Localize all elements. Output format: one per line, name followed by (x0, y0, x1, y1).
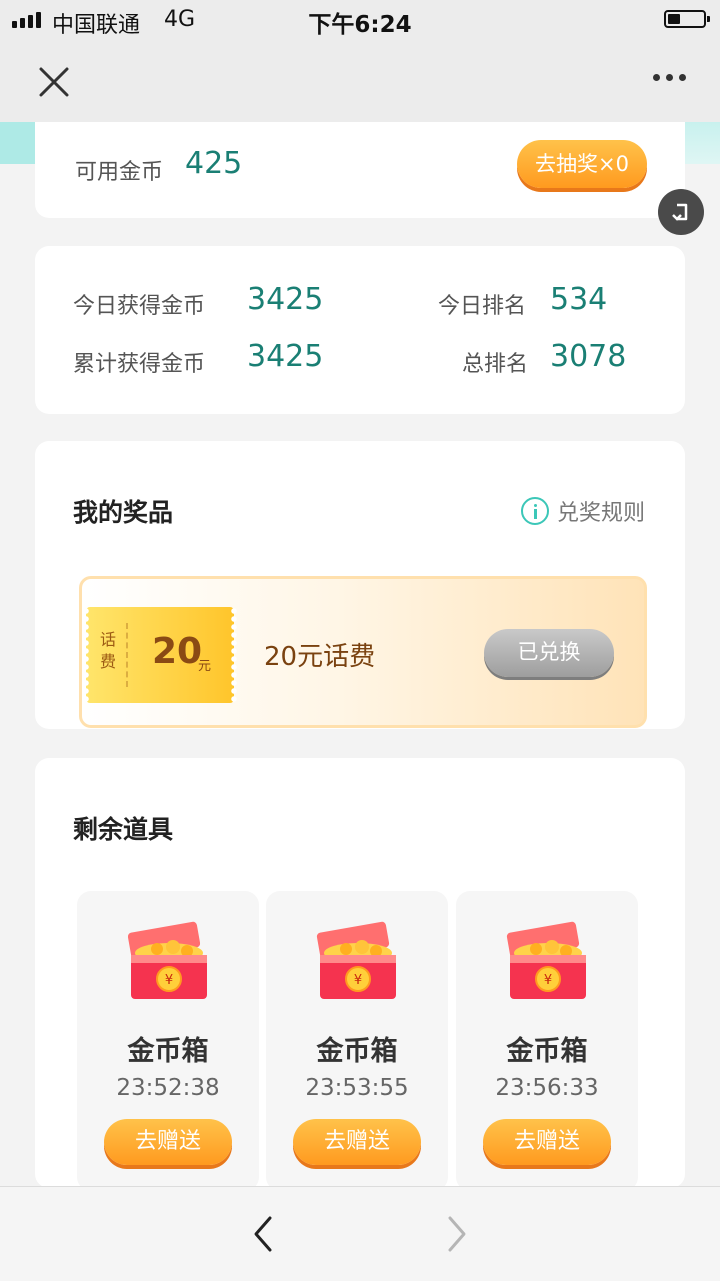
svg-text:¥: ¥ (165, 973, 173, 988)
ticket-amount: 20 (152, 631, 203, 672)
today-rank-label: 今日排名 (438, 294, 527, 319)
treasure-chest-icon: ¥ (316, 921, 396, 999)
ticket-unit: 元 (198, 659, 212, 674)
prop-item: ¥ 金币箱 23:53:55 去赠送 (266, 891, 448, 1191)
available-coins-label: 可用金币 (75, 160, 164, 185)
prop-item: ¥ 金币箱 23:52:38 去赠送 (77, 891, 259, 1191)
prop-name: 金币箱 (506, 1036, 588, 1067)
gift-button[interactable]: 去赠送 (293, 1119, 421, 1165)
svg-text:¥: ¥ (544, 973, 552, 988)
prop-timer: 23:52:38 (116, 1075, 220, 1101)
phone-credit-ticket-icon: 话费 20 元 (83, 607, 237, 703)
treasure-chest-icon: ¥ (506, 921, 586, 999)
total-coins-label: 累计获得金币 (73, 352, 206, 377)
prop-name: 金币箱 (316, 1036, 398, 1067)
svg-text:¥: ¥ (354, 973, 362, 988)
top-nav-bar (0, 40, 720, 122)
more-icon[interactable] (653, 74, 686, 81)
total-rank-label: 总排名 (462, 352, 529, 377)
available-coins-value: 425 (185, 146, 243, 181)
gift-button[interactable]: 去赠送 (483, 1119, 611, 1165)
status-time: 下午6:24 (308, 12, 412, 38)
stats-card: 今日获得金币 3425 今日排名 534 累计获得金币 3425 总排名 307… (35, 246, 685, 414)
my-prizes-card: 我的奖品 兑奖规则 话费 20 元 20元话费 已兑换 (35, 441, 685, 729)
bottom-nav-bar (0, 1186, 720, 1281)
my-prizes-title: 我的奖品 (73, 498, 174, 527)
status-bar: 中国联通 4G 下午6:24 (0, 0, 720, 40)
coin-balance-card: 可用金币 425 去抽奖×0 (35, 122, 685, 218)
today-rank-value: 534 (550, 282, 608, 317)
battery-icon (664, 10, 710, 28)
prop-name: 金币箱 (127, 1036, 209, 1067)
gift-button[interactable]: 去赠送 (104, 1119, 232, 1165)
total-rank-value: 3078 (550, 339, 627, 374)
redeemed-button[interactable]: 已兑换 (484, 629, 614, 677)
forward-arrow-icon[interactable] (442, 1215, 472, 1253)
ticket-side-label: 话费 (99, 630, 116, 671)
redeem-rules-label: 兑奖规则 (556, 501, 645, 526)
today-coins-value: 3425 (247, 282, 324, 317)
back-arrow-icon[interactable] (248, 1215, 278, 1253)
prop-timer: 23:56:33 (495, 1075, 599, 1101)
prize-item: 话费 20 元 20元话费 已兑换 (79, 576, 647, 728)
remaining-props-title: 剩余道具 (73, 815, 174, 844)
today-coins-label: 今日获得金币 (73, 294, 206, 319)
prop-item: ¥ 金币箱 23:56:33 去赠送 (456, 891, 638, 1191)
close-icon[interactable] (36, 64, 72, 100)
rotate-icon[interactable] (658, 189, 704, 235)
prize-name: 20元话费 (264, 642, 376, 672)
lottery-button[interactable]: 去抽奖×0 (517, 140, 647, 188)
remaining-props-card: 剩余道具 ¥ 金币箱 23:52:38 去赠送 ¥ 金币箱 23:53:55 去… (35, 758, 685, 1191)
total-coins-value: 3425 (247, 339, 324, 374)
prop-timer: 23:53:55 (305, 1075, 409, 1101)
treasure-chest-icon: ¥ (127, 921, 207, 999)
redeem-rules-link[interactable]: 兑奖规则 (520, 495, 645, 527)
info-icon (520, 497, 549, 525)
